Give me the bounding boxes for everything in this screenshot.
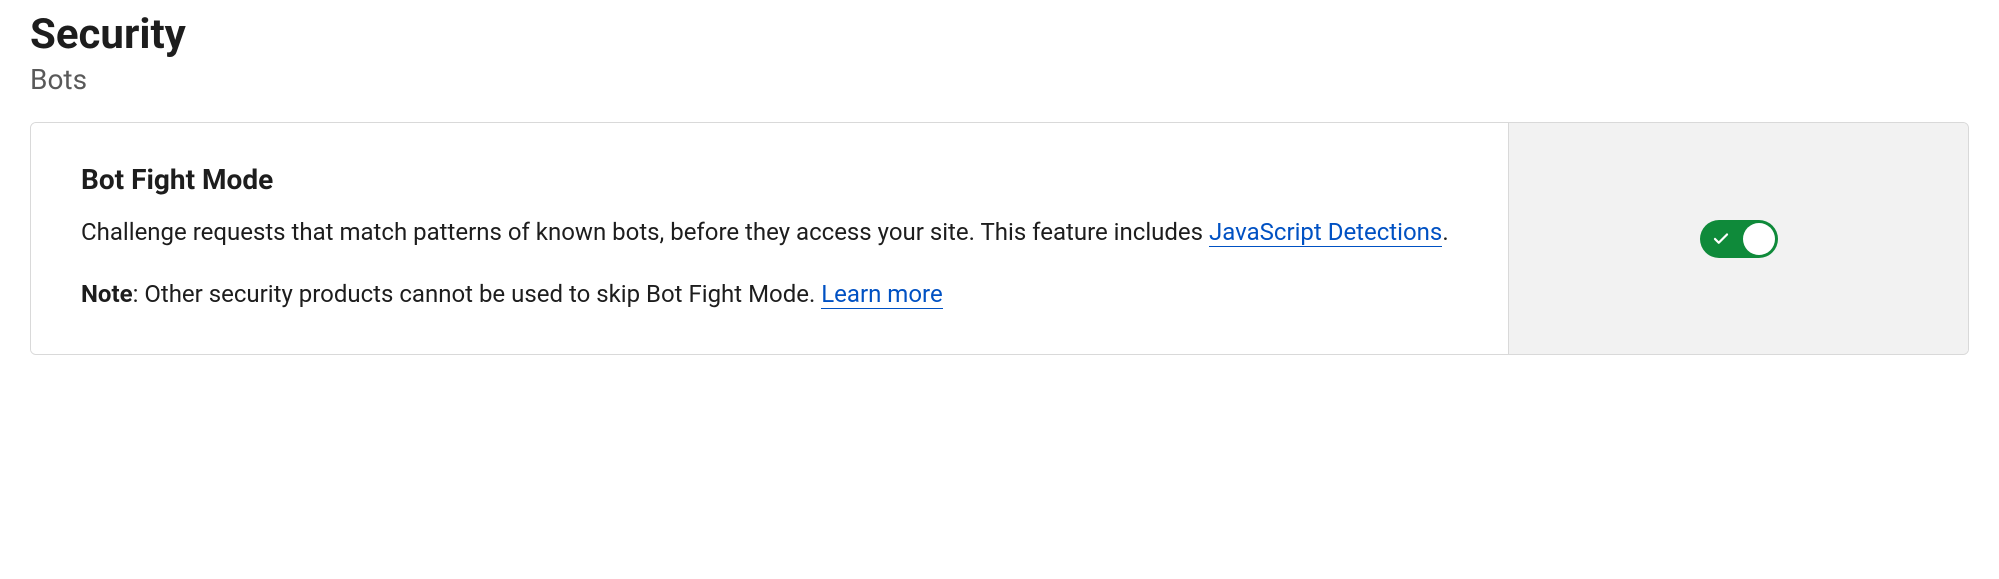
- check-icon: [1712, 230, 1730, 248]
- toggle-knob: [1743, 223, 1775, 255]
- javascript-detections-link[interactable]: JavaScript Detections: [1209, 218, 1442, 247]
- card-description: Challenge requests that match patterns o…: [81, 214, 1458, 250]
- bot-fight-mode-toggle[interactable]: [1700, 220, 1778, 258]
- note-text: : Other security products cannot be used…: [133, 280, 822, 308]
- page-subtitle: Bots: [30, 63, 1969, 96]
- learn-more-link[interactable]: Learn more: [821, 280, 942, 309]
- card-desc-text: Challenge requests that match patterns o…: [81, 218, 1209, 246]
- card-title: Bot Fight Mode: [81, 163, 1458, 196]
- card-content: Bot Fight Mode Challenge requests that m…: [31, 123, 1508, 354]
- card-toggle-area: [1508, 123, 1968, 354]
- card-desc-text-end: .: [1442, 218, 1448, 246]
- page-title: Security: [30, 10, 1969, 59]
- bot-fight-mode-card: Bot Fight Mode Challenge requests that m…: [30, 122, 1969, 355]
- note-label: Note: [81, 280, 133, 308]
- card-note: Note: Other security products cannot be …: [81, 276, 1458, 312]
